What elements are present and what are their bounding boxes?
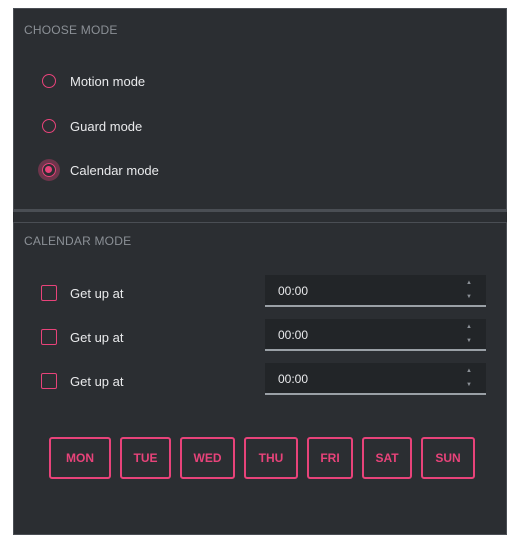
triangle-down-icon[interactable]: ▼ (464, 293, 474, 301)
radio-label: Guard mode (70, 118, 143, 134)
panel-divider (13, 212, 507, 222)
choose-mode-panel: CHOOSE MODE Motion mode Guard mode Calen… (13, 8, 507, 212)
day-button-mon[interactable]: MON (49, 437, 111, 479)
radio-motion-mode[interactable]: Motion mode (42, 71, 145, 91)
triangle-down-icon[interactable]: ▼ (464, 337, 474, 345)
radio-label: Motion mode (70, 73, 146, 89)
radio-checked-icon[interactable] (42, 163, 56, 177)
radio-guard-mode[interactable]: Guard mode (42, 116, 142, 136)
triangle-up-icon[interactable]: ▲ (464, 367, 474, 375)
day-button-fri[interactable]: FRI (307, 437, 353, 479)
triangle-up-icon[interactable]: ▲ (464, 279, 474, 287)
calendar-mode-panel: CALENDAR MODE Get up at 00:00 ▲ ▼ Get up… (13, 222, 507, 535)
day-button-sun[interactable]: SUN (421, 437, 475, 479)
weekday-selector: MON TUE WED THU FRI SAT SUN (49, 437, 484, 479)
time-value[interactable]: 00:00 (278, 328, 308, 342)
time-value[interactable]: 00:00 (278, 372, 308, 386)
day-button-tue[interactable]: TUE (120, 437, 171, 479)
radio-circle-icon[interactable] (42, 74, 56, 88)
time-input[interactable]: 00:00 ▲ ▼ (265, 363, 486, 395)
checkbox[interactable] (41, 329, 57, 345)
triangle-down-icon[interactable]: ▼ (464, 381, 474, 389)
get-up-checkbox-row[interactable]: Get up at (41, 371, 123, 391)
get-up-checkbox-row[interactable]: Get up at (41, 283, 123, 303)
time-value[interactable]: 00:00 (278, 284, 308, 298)
radio-calendar-mode[interactable]: Calendar mode (42, 160, 159, 180)
checkbox[interactable] (41, 373, 57, 389)
triangle-up-icon[interactable]: ▲ (464, 323, 474, 331)
get-up-label: Get up at (70, 285, 124, 301)
radio-label: Calendar mode (70, 162, 159, 178)
day-button-wed[interactable]: WED (180, 437, 235, 479)
time-input[interactable]: 00:00 ▲ ▼ (265, 319, 486, 351)
day-button-sat[interactable]: SAT (362, 437, 412, 479)
radio-circle-icon[interactable] (42, 119, 56, 133)
time-input[interactable]: 00:00 ▲ ▼ (265, 275, 486, 307)
get-up-label: Get up at (70, 373, 124, 389)
get-up-checkbox-row[interactable]: Get up at (41, 327, 123, 347)
checkbox[interactable] (41, 285, 57, 301)
calendar-mode-title: CALENDAR MODE (24, 234, 132, 248)
day-button-thu[interactable]: THU (244, 437, 298, 479)
choose-mode-title: CHOOSE MODE (24, 23, 118, 37)
get-up-label: Get up at (70, 329, 124, 345)
